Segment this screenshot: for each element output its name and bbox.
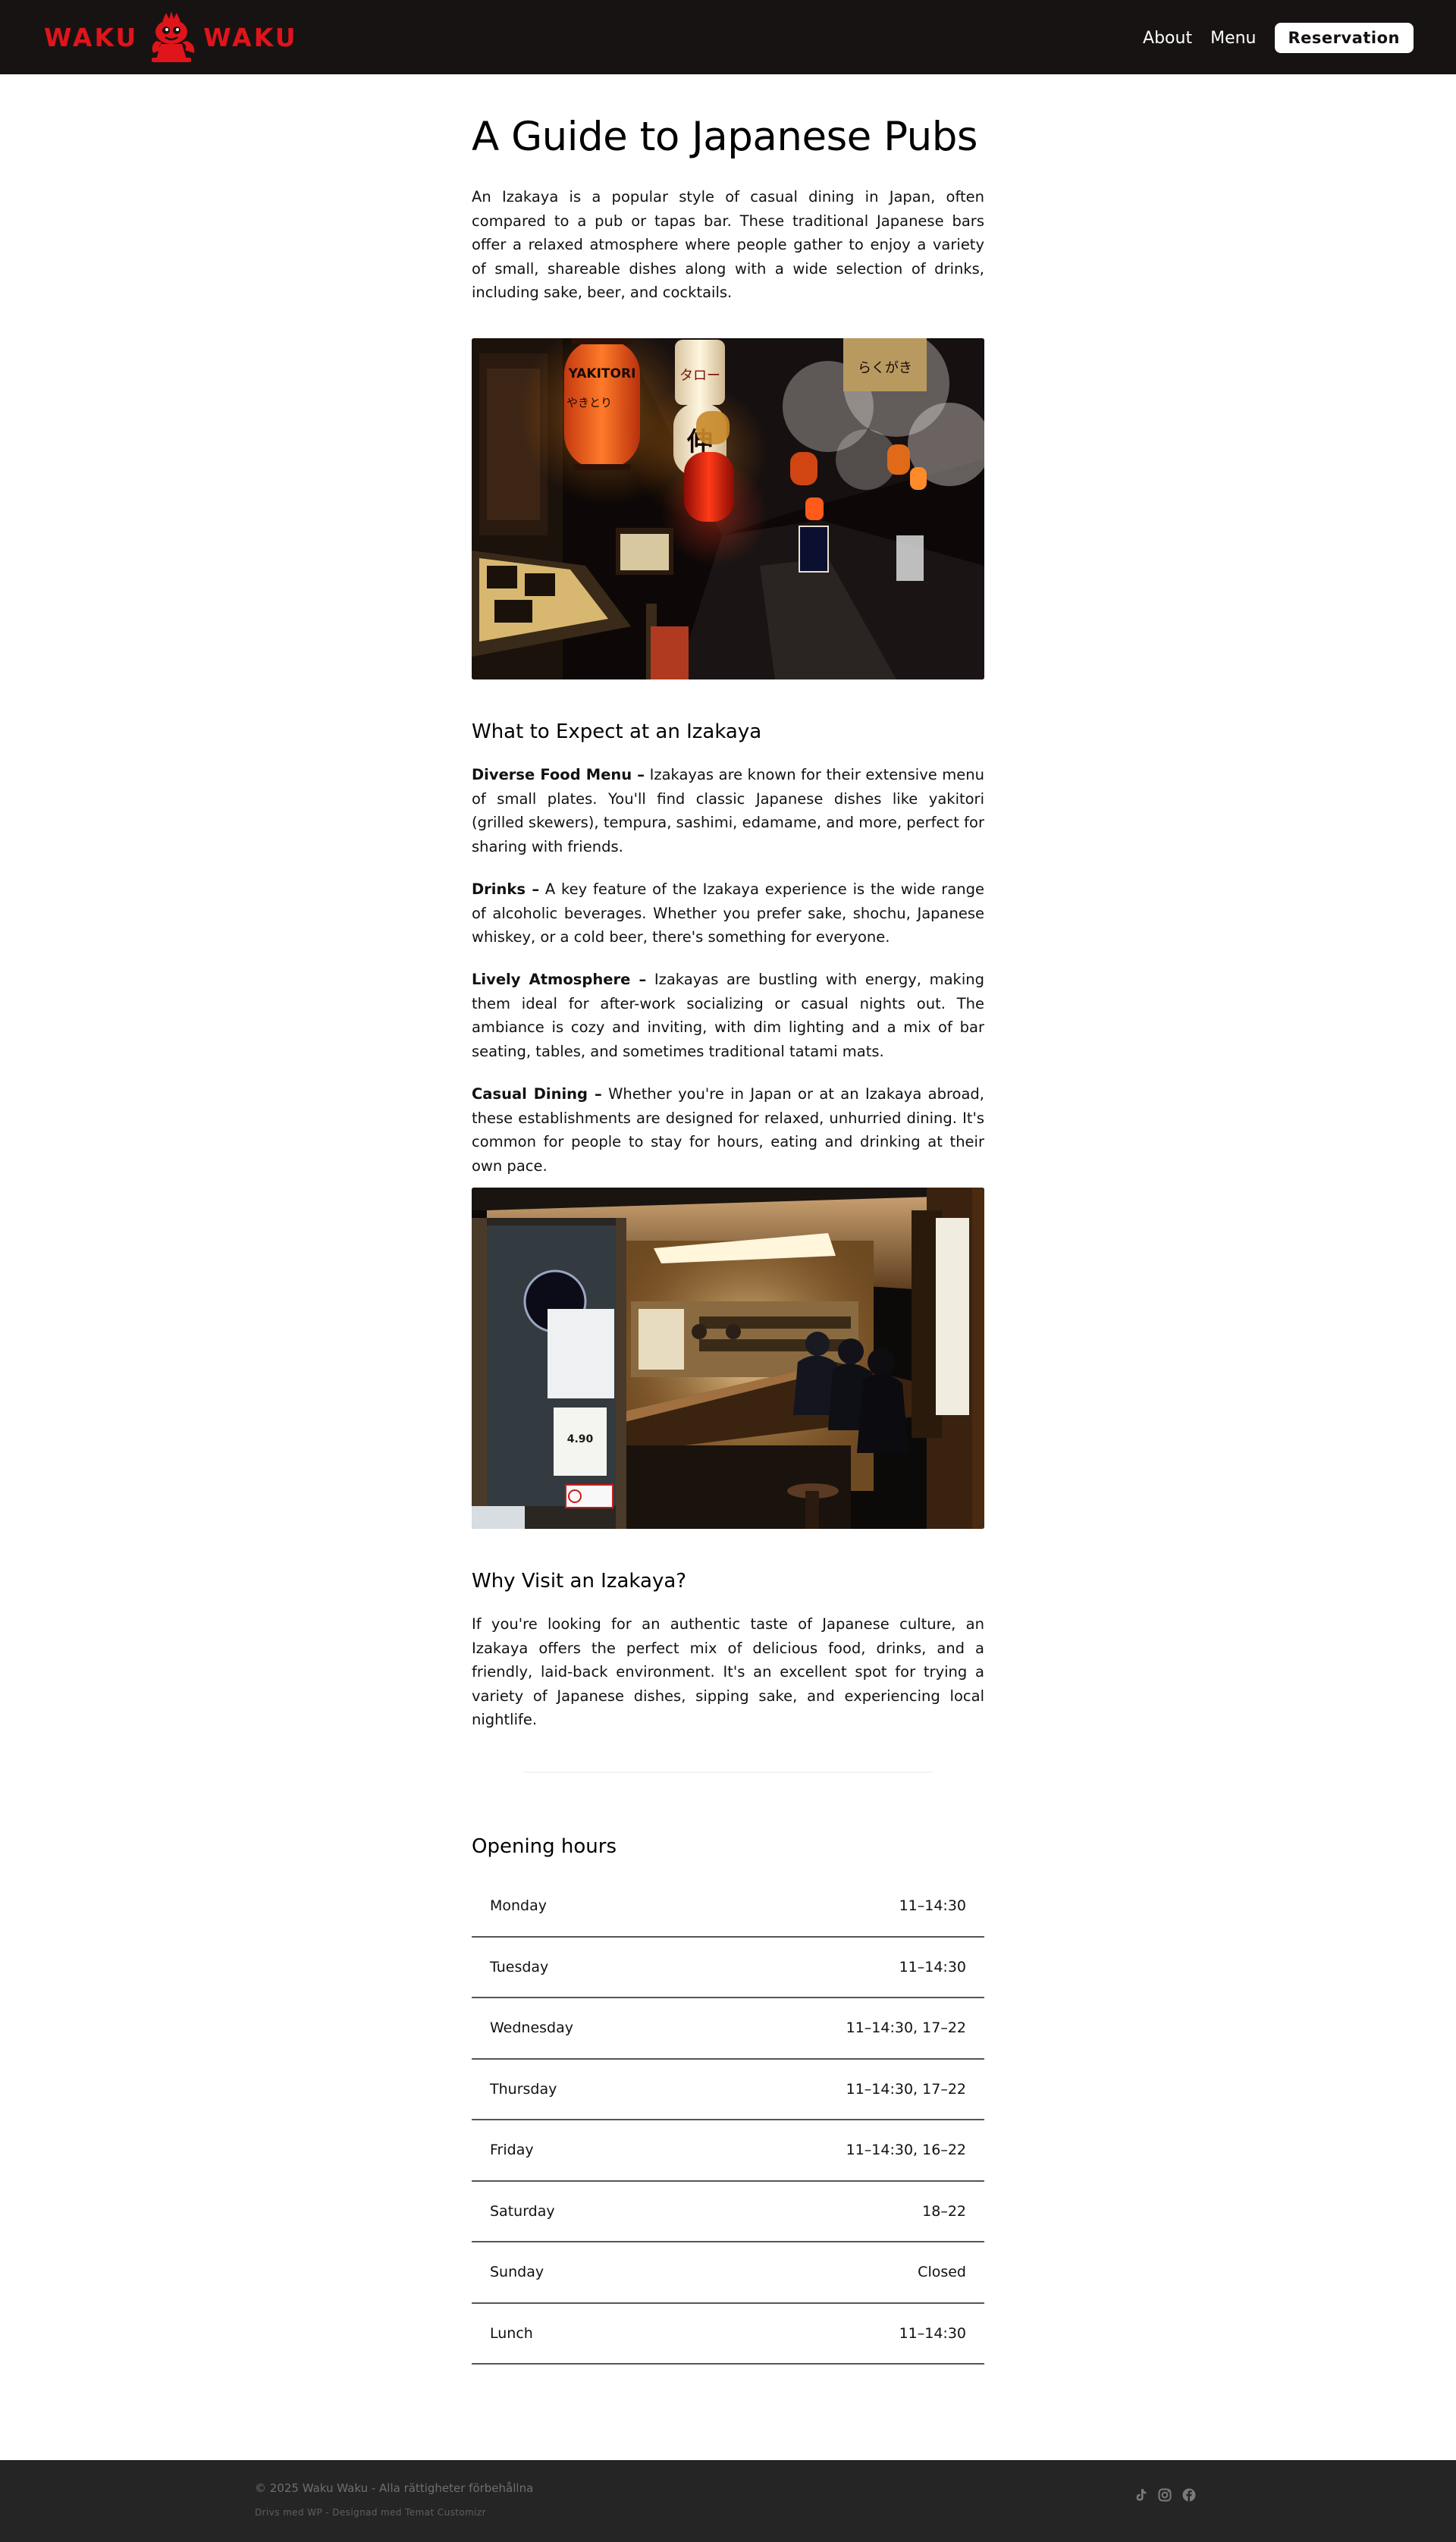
hours-row: Sunday Closed <box>472 2242 984 2304</box>
hours-time: 18–22 <box>922 2202 966 2220</box>
hours-time: Closed <box>918 2264 966 2281</box>
page-title: A Guide to Japanese Pubs <box>472 114 978 160</box>
hours-row: Lunch 11–14:30 <box>472 2304 984 2365</box>
section-heading-why: Why Visit an Izakaya? <box>472 1570 687 1593</box>
reservation-button[interactable]: Reservation <box>1274 23 1414 53</box>
site-logo[interactable]: WAKU WAKU <box>44 11 298 64</box>
logo-word-left: WAKU <box>44 22 139 52</box>
feature-label-food: Diverse Food Menu – <box>472 766 645 783</box>
hours-time: 11–14:30 <box>899 1897 966 1915</box>
hours-row: Thursday 11–14:30, 17–22 <box>472 2060 984 2120</box>
facebook-icon[interactable] <box>1181 2487 1197 2503</box>
hours-row: Tuesday 11–14:30 <box>472 1938 984 1998</box>
hours-day: Friday <box>490 2142 534 2159</box>
lantern-yakitori-text: YAKITORI <box>568 366 636 381</box>
opening-hours-title: Opening hours <box>472 1835 617 1858</box>
sign-taro-text: タロー <box>679 368 720 384</box>
feature-text-drinks: A key feature of the Izakaya experience … <box>472 880 985 946</box>
feature-paragraph-drinks: Drinks – A key feature of the Izakaya ex… <box>472 877 984 949</box>
logo-word-right: WAKU <box>203 22 298 52</box>
hours-time: 11–14:30 <box>899 2324 966 2342</box>
feature-label-drinks: Drinks – <box>472 880 540 898</box>
hours-day: Tuesday <box>490 1958 549 1976</box>
site-footer: © 2025 Waku Waku - Alla rättigheter förb… <box>0 2460 1456 2542</box>
hours-row: Wednesday 11–14:30, 17–22 <box>472 1998 984 2060</box>
intro-paragraph: An Izakaya is a popular style of casual … <box>472 188 984 301</box>
hours-day: Saturday <box>490 2202 555 2220</box>
hours-day: Wednesday <box>490 2019 574 2037</box>
footer-credit[interactable]: Drivs med WP - Designad med Temat Custom… <box>255 2507 486 2518</box>
hours-row: Monday 11–14:30 <box>472 1876 984 1938</box>
tiktok-icon[interactable] <box>1133 2487 1148 2503</box>
hours-time: 11–14:30 <box>899 1958 966 1976</box>
hours-day: Thursday <box>490 2080 557 2098</box>
nav-menu[interactable]: Menu <box>1210 29 1256 48</box>
hours-row: Saturday 18–22 <box>472 2182 984 2242</box>
izakaya-alley-photo: YAKITORI やきとり タロー 伸 らくがき <box>472 338 984 679</box>
mascot-icon <box>152 11 195 62</box>
hours-time: 11–14:30, 17–22 <box>846 2019 966 2037</box>
hours-day: Lunch <box>490 2324 533 2342</box>
site-header: WAKU WAKU About Menu Reservation <box>0 0 1456 74</box>
hours-time: 11–14:30, 16–22 <box>846 2142 966 2159</box>
lantern-yakitori-kana: やきとり <box>566 396 612 410</box>
hours-row: Friday 11–14:30, 16–22 <box>472 2120 984 2182</box>
feature-paragraph-food: Diverse Food Menu – Izakayas are known f… <box>472 763 984 858</box>
hours-day: Monday <box>490 1897 548 1915</box>
feature-paragraph-atmosphere: Lively Atmosphere – Izakayas are bustlin… <box>472 968 984 1063</box>
main-nav: About Menu Reservation <box>1143 23 1414 53</box>
izakaya-interior-photo: 4.90 <box>472 1188 984 1529</box>
sign-rakugaki-text: らくがき <box>858 360 912 376</box>
section-divider <box>523 1772 933 1773</box>
footer-copyright: © 2025 Waku Waku - Alla rättigheter förb… <box>255 2481 534 2495</box>
menu-price-text: 4.90 <box>567 1433 594 1445</box>
instagram-icon[interactable] <box>1157 2487 1172 2503</box>
nav-about[interactable]: About <box>1143 29 1192 48</box>
social-links <box>1133 2487 1206 2503</box>
section-heading-expect: What to Expect at an Izakaya <box>472 720 762 743</box>
feature-label-atmosphere: Lively Atmosphere – <box>472 971 647 988</box>
hours-time: 11–14:30, 17–22 <box>846 2080 966 2098</box>
hours-day: Sunday <box>490 2264 544 2281</box>
opening-hours-table: Monday 11–14:30 Tuesday 11–14:30 Wednesd… <box>472 1876 984 2365</box>
feature-paragraph-casual: Casual Dining – Whether you're in Japan … <box>472 1082 984 1178</box>
why-paragraph: If you're looking for an authentic taste… <box>472 1615 984 1728</box>
feature-label-casual: Casual Dining – <box>472 1085 602 1103</box>
